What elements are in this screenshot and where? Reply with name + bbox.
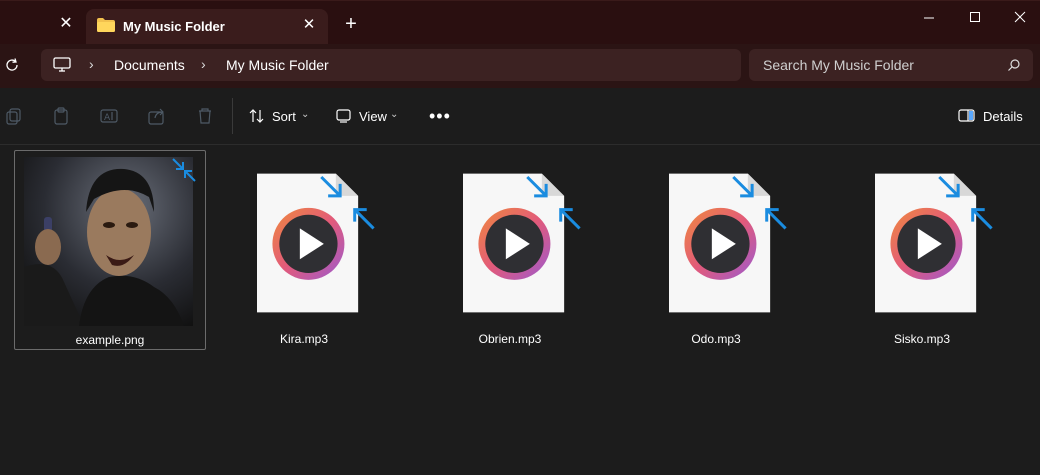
audio-file-icon: [257, 173, 375, 313]
details-pane-icon: [958, 109, 975, 122]
folder-icon: [97, 18, 115, 32]
search-placeholder: Search My Music Folder: [763, 57, 914, 73]
computer-icon[interactable]: [53, 57, 71, 73]
chevron-down-icon: ⌄: [390, 109, 399, 120]
file-item-odo-mp3[interactable]: Odo.mp3: [620, 150, 812, 350]
breadcrumb-separator-icon[interactable]: ›: [89, 56, 94, 72]
more-options-icon[interactable]: •••: [429, 106, 451, 127]
svg-text:A: A: [104, 113, 111, 123]
chevron-down-icon: ⌄: [301, 109, 310, 120]
new-tab-button[interactable]: +: [341, 14, 361, 34]
maximize-button[interactable]: [965, 8, 985, 28]
audio-file-icon: [463, 173, 581, 313]
breadcrumb-my-music-folder[interactable]: My Music Folder: [226, 57, 329, 73]
close-icon: [1014, 11, 1026, 23]
file-item-obrien-mp3[interactable]: Obrien.mp3: [414, 150, 606, 350]
refresh-icon[interactable]: [4, 57, 20, 73]
maximize-icon: [970, 12, 980, 22]
minimize-icon: [924, 17, 934, 19]
close-previous-tab-icon[interactable]: ✕: [56, 14, 76, 34]
tab-title: My Music Folder: [123, 19, 225, 34]
image-thumbnail: [24, 157, 193, 326]
file-name: Kira.mp3: [279, 332, 329, 346]
rename-icon[interactable]: A: [100, 107, 118, 125]
details-label: Details: [983, 109, 1023, 124]
file-name: Obrien.mp3: [478, 332, 542, 346]
file-name: Sisko.mp3: [893, 332, 951, 346]
paste-icon[interactable]: [52, 107, 70, 125]
file-name: Odo.mp3: [691, 332, 741, 346]
file-item-kira-mp3[interactable]: Kira.mp3: [208, 150, 400, 350]
search-icon[interactable]: [1007, 58, 1021, 72]
copy-icon[interactable]: [5, 107, 23, 125]
close-window-button[interactable]: [1010, 8, 1030, 28]
search-box[interactable]: Search My Music Folder: [749, 49, 1033, 81]
sort-label: Sort: [272, 109, 296, 124]
tab-my-music-folder[interactable]: My Music Folder ✕: [86, 9, 328, 44]
close-tab-icon[interactable]: ✕: [300, 16, 318, 34]
file-name: example.png: [75, 333, 145, 347]
address-bar[interactable]: › Documents › My Music Folder: [41, 49, 741, 81]
view-icon: [336, 109, 351, 123]
minimize-button[interactable]: [919, 8, 939, 28]
share-icon[interactable]: [148, 107, 166, 125]
audio-file-icon: [875, 173, 993, 313]
title-bar: ✕ My Music Folder ✕ +: [0, 0, 1040, 44]
delete-icon[interactable]: [196, 107, 214, 125]
cloud-sync-arrows-icon: [172, 158, 196, 182]
breadcrumb-documents[interactable]: Documents: [114, 57, 185, 73]
file-item-sisko-mp3[interactable]: Sisko.mp3: [826, 150, 1018, 350]
command-bar: A Sort ⌄ View ⌄ ••• Details: [0, 88, 1040, 145]
file-item-example-png[interactable]: example.png: [14, 150, 206, 350]
sort-icon: [249, 109, 264, 123]
audio-file-icon: [669, 173, 787, 313]
title-bar-border: [0, 0, 1040, 1]
toolbar-divider: [232, 98, 233, 134]
breadcrumb-separator-icon[interactable]: ›: [201, 56, 206, 72]
view-label: View: [359, 109, 387, 124]
